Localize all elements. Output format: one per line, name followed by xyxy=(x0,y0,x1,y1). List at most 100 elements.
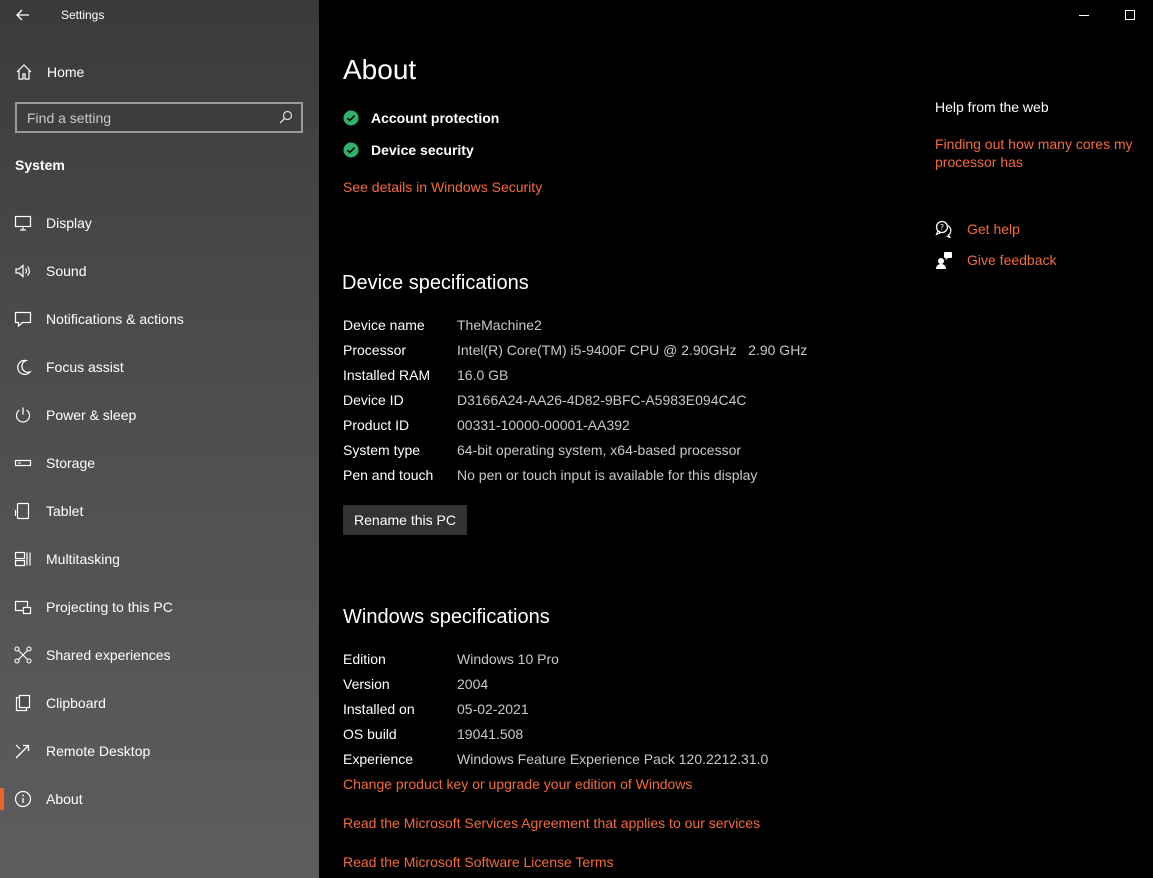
services-agreement-link[interactable]: Read the Microsoft Services Agreement th… xyxy=(343,815,760,831)
get-help-label: Get help xyxy=(967,221,1020,237)
minimize-icon xyxy=(1079,15,1089,16)
focus-assist-icon xyxy=(17,359,32,375)
home-nav-item[interactable]: Home xyxy=(0,56,319,88)
spec-row: Product ID 00331-10000-00001-AA392 xyxy=(343,417,903,437)
give-feedback-label: Give feedback xyxy=(967,252,1057,268)
sidebar-item-power-sleep[interactable]: Power & sleep xyxy=(0,395,319,435)
spec-value: Windows 10 Pro xyxy=(457,651,559,667)
info-icon xyxy=(14,790,32,808)
remote-desktop-icon xyxy=(15,744,30,759)
device-specs-heading: Device specifications xyxy=(342,272,529,294)
spec-row: Edition Windows 10 Pro xyxy=(343,651,903,671)
app-title: Settings xyxy=(61,8,105,22)
feedback-icon xyxy=(936,252,952,269)
spec-key: Processor xyxy=(343,342,407,358)
sidebar-item-shared-experiences[interactable]: Shared experiences xyxy=(0,635,319,675)
check-circle-icon xyxy=(343,110,359,126)
spec-key: Product ID xyxy=(343,417,410,433)
search-placeholder: Find a setting xyxy=(27,110,112,126)
title-bar: Settings xyxy=(0,0,319,30)
device-security-status: Device security xyxy=(343,140,474,160)
spec-value: 64-bit operating system, x64-based proce… xyxy=(457,442,742,458)
cores-help-link[interactable]: Finding out how many cores my processor … xyxy=(935,135,1140,171)
svg-text:?: ? xyxy=(940,223,944,232)
spec-row: Device name TheMachine2 xyxy=(343,317,903,337)
sidebar-item-multitasking[interactable]: Multitasking xyxy=(0,539,319,579)
sidebar-item-label: Shared experiences xyxy=(46,647,171,663)
help-from-web-heading: Help from the web xyxy=(935,99,1049,115)
maximize-button[interactable] xyxy=(1107,0,1153,30)
device-security-label: Device security xyxy=(371,142,474,158)
spec-row: Experience Windows Feature Experience Pac… xyxy=(343,751,903,771)
check-circle-icon xyxy=(343,142,359,158)
sidebar-item-focus-assist[interactable]: Focus assist xyxy=(0,347,319,387)
search-input[interactable]: Find a setting xyxy=(15,102,303,133)
spec-key: Device ID xyxy=(343,392,404,408)
home-label: Home xyxy=(47,64,85,80)
multitasking-icon xyxy=(14,551,31,567)
sidebar-item-label: Projecting to this PC xyxy=(46,599,173,615)
notifications-icon xyxy=(14,311,32,328)
sidebar-item-remote-desktop[interactable]: Remote Desktop xyxy=(0,731,319,771)
projecting-icon xyxy=(14,600,32,615)
storage-icon xyxy=(14,459,32,467)
sidebar-item-label: Power & sleep xyxy=(46,407,137,423)
spec-value: 05-02-2021 xyxy=(457,701,529,717)
spec-value: Intel(R) Core(TM) i5-9400F CPU @ 2.90GHz… xyxy=(457,342,808,358)
section-heading: System xyxy=(15,157,65,173)
spec-value: Windows Feature Experience Pack 120.2212… xyxy=(457,751,769,767)
sidebar-item-label: Remote Desktop xyxy=(46,743,151,759)
spec-row: Version 2004 xyxy=(343,676,903,696)
home-icon xyxy=(16,64,32,80)
spec-key: Edition xyxy=(343,651,386,667)
clipboard-icon xyxy=(15,694,31,712)
spec-key: Installed on xyxy=(343,701,415,717)
account-protection-status: Account protection xyxy=(343,108,499,128)
rename-pc-button[interactable]: Rename this PC xyxy=(343,505,467,535)
sidebar: Settings Home Find a setting System Disp… xyxy=(0,0,319,878)
sidebar-item-label: Multitasking xyxy=(46,551,120,567)
sidebar-item-label: Clipboard xyxy=(46,695,106,711)
spec-key: Version xyxy=(343,676,390,692)
spec-value: D3166A24-AA26-4D82-9BFC-A5983E094C4C xyxy=(457,392,747,408)
spec-row: Pen and touch No pen or touch input is av… xyxy=(343,467,903,487)
spec-key: Experience xyxy=(343,751,414,767)
spec-value: 16.0 GB xyxy=(457,367,509,383)
spec-key: Device name xyxy=(343,317,425,333)
display-icon xyxy=(14,215,32,231)
spec-value: TheMachine2 xyxy=(457,317,542,333)
spec-value: No pen or touch input is available for t… xyxy=(457,467,758,483)
sidebar-item-clipboard[interactable]: Clipboard xyxy=(0,683,319,723)
sidebar-item-projecting-to-this-pc[interactable]: Projecting to this PC xyxy=(0,587,319,627)
sidebar-item-about[interactable]: About xyxy=(0,779,319,819)
windows-security-link[interactable]: See details in Windows Security xyxy=(343,179,542,195)
spec-key: Pen and touch xyxy=(343,467,434,483)
sidebar-item-label: Sound xyxy=(46,263,87,279)
sidebar-item-label: Notifications & actions xyxy=(46,311,184,327)
sidebar-item-label: Focus assist xyxy=(46,359,124,375)
account-protection-label: Account protection xyxy=(371,110,500,126)
active-indicator xyxy=(0,788,4,810)
minimize-button[interactable] xyxy=(1061,0,1107,30)
sidebar-item-notifications-actions[interactable]: Notifications & actions xyxy=(0,299,319,339)
change-product-key-link[interactable]: Change product key or upgrade your editi… xyxy=(343,776,692,792)
spec-row: Installed RAM 16.0 GB xyxy=(343,367,903,387)
back-button[interactable] xyxy=(8,2,38,28)
sidebar-item-tablet[interactable]: Tablet xyxy=(0,491,319,531)
sidebar-item-label: About xyxy=(46,791,83,807)
page-title: About xyxy=(343,54,417,85)
spec-row: Processor Intel(R) Core(TM) i5-9400F CPU … xyxy=(343,342,903,362)
spec-key: System type xyxy=(343,442,421,458)
sidebar-item-sound[interactable]: Sound xyxy=(0,251,319,291)
spec-value: 19041.508 xyxy=(457,726,524,742)
license-terms-link[interactable]: Read the Microsoft Software License Term… xyxy=(343,854,614,870)
sidebar-item-label: Storage xyxy=(46,455,96,471)
back-arrow-icon xyxy=(16,9,29,21)
shared-experiences-icon xyxy=(14,646,32,664)
spec-row: Installed on 05-02-2021 xyxy=(343,701,903,721)
spec-key: OS build xyxy=(343,726,397,742)
sidebar-item-display[interactable]: Display xyxy=(0,203,319,243)
sidebar-item-storage[interactable]: Storage xyxy=(0,443,319,483)
spec-value: 00331-10000-00001-AA392 xyxy=(457,417,630,433)
tablet-icon xyxy=(14,502,30,520)
